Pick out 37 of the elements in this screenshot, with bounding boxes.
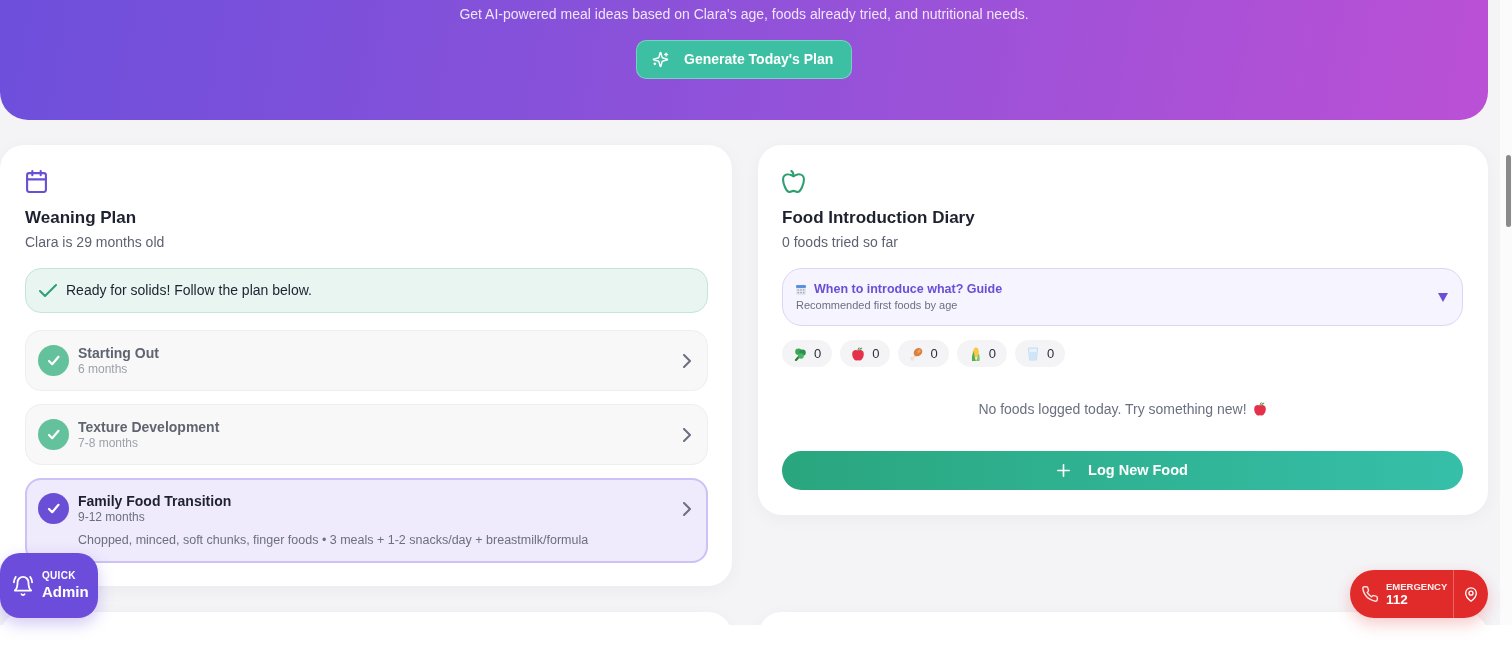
- chevron-right-icon: [683, 501, 691, 516]
- plus-icon: [1057, 464, 1071, 477]
- emergency-call-button[interactable]: EMERGENCY 112: [1350, 570, 1453, 618]
- stage-item[interactable]: Starting Out 6 months: [25, 330, 708, 391]
- chevron-right-icon: [683, 353, 691, 368]
- card-subtitle: 0 foods tried so far: [782, 233, 899, 252]
- quick-admin-button[interactable]: QUICK Admin: [0, 553, 98, 618]
- apple-icon: [851, 346, 866, 361]
- card-title: Food Introduction Diary: [782, 207, 976, 229]
- drumstick-icon: [909, 346, 924, 361]
- food-count: 0: [988, 345, 996, 362]
- milk-glass-icon: [1025, 346, 1040, 361]
- caret-down-icon: [1438, 292, 1448, 302]
- stage-item[interactable]: Family Food Transition 9-12 months Chopped, minced, soft chunks, finger foods • 3 meals + 1-2 snacks/day + breastmilk/formula: [25, 478, 708, 563]
- card-subtitle: Clara is 29 months old: [25, 233, 166, 252]
- calendar-icon: [796, 284, 806, 295]
- scrollbar-thumb[interactable]: [1506, 155, 1511, 227]
- broccoli-icon: [793, 346, 807, 361]
- sparkle-icon: [652, 51, 669, 68]
- food-count: 0: [814, 345, 822, 362]
- hero-subtitle: Get AI-powered meal ideas based on Clara's age, foods already tried, and nutritional needs.: [459, 5, 1029, 24]
- map-pin-icon: [1465, 586, 1477, 602]
- food-count: 0: [930, 345, 938, 362]
- empty-state-message: No foods logged today. Try something new!: [978, 400, 1247, 419]
- food-count: 0: [1046, 345, 1055, 362]
- apple-icon: [1252, 402, 1267, 416]
- calendar-icon: [25, 170, 48, 193]
- food-count: 0: [872, 345, 880, 362]
- chevron-right-icon: [683, 427, 691, 442]
- alert-message: Ready for solids! Follow the plan below.: [66, 281, 312, 300]
- guide-toggle[interactable]: When to introduce what? Guide Recommended first foods by age: [782, 268, 1463, 326]
- card-title: Weaning Plan: [25, 207, 138, 229]
- stage-item[interactable]: Texture Development 7-8 months: [25, 404, 708, 465]
- check-icon: [39, 284, 57, 297]
- phone-icon: [1362, 586, 1378, 602]
- apple-outline-icon: [782, 170, 805, 193]
- bell-icon: [13, 575, 33, 596]
